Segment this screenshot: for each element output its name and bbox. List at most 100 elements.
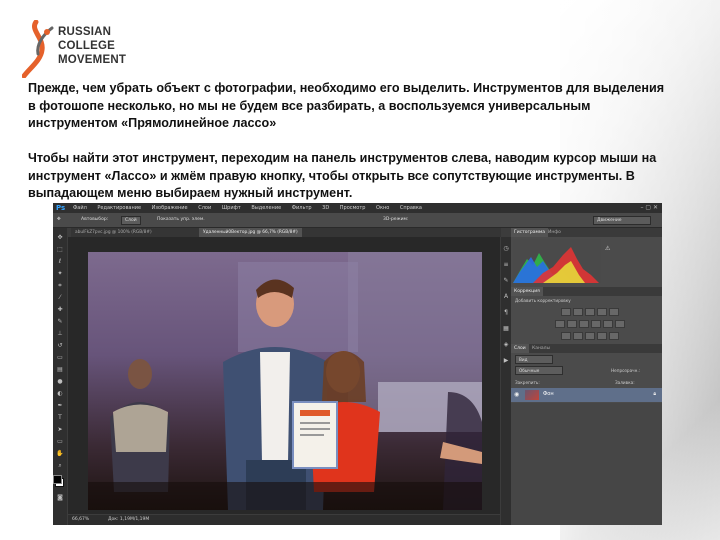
autoselect-dropdown[interactable]: Слой bbox=[121, 216, 141, 225]
shape-icon[interactable]: ▭ bbox=[56, 438, 64, 445]
character-icon[interactable]: A bbox=[502, 293, 510, 300]
layer-kind-filter[interactable]: Вид bbox=[515, 355, 553, 364]
pen-icon[interactable]: ✒ bbox=[56, 402, 64, 409]
styles-icon[interactable]: ◈ bbox=[502, 341, 510, 348]
menu-edit[interactable]: Редактирование bbox=[97, 205, 141, 211]
layer-name: Фон bbox=[543, 391, 554, 397]
zoom-level[interactable]: 66,67% bbox=[72, 515, 89, 525]
menu-view[interactable]: Просмотр bbox=[340, 205, 366, 211]
menu-image[interactable]: Изображение bbox=[152, 205, 188, 211]
history-brush-icon[interactable]: ↺ bbox=[56, 342, 64, 349]
menu-help[interactable]: Справка bbox=[400, 205, 422, 211]
vibrance-icon[interactable] bbox=[609, 308, 619, 316]
histogram-warning-icon[interactable]: ⚠ bbox=[605, 245, 610, 252]
stamp-icon[interactable]: ⊥ bbox=[56, 330, 64, 337]
adjustments-title: Добавить корректировку bbox=[515, 298, 571, 303]
document-size: Док: 1,19M/1,19M bbox=[108, 517, 150, 522]
move-tool-icon[interactable]: ✥ bbox=[57, 216, 61, 223]
paragraph-icon[interactable]: ¶ bbox=[502, 309, 510, 316]
tab-document-2[interactable]: Удаленный0Вектор.jpg @ 66,7% (RGB/8#) bbox=[199, 228, 302, 237]
channel-mixer-icon[interactable] bbox=[603, 320, 613, 328]
photo-filter-icon[interactable] bbox=[591, 320, 601, 328]
menu-filter[interactable]: Фильтр bbox=[292, 205, 312, 211]
histogram-graph bbox=[513, 247, 599, 283]
window-controls[interactable]: – ▢ ✕ bbox=[640, 203, 658, 213]
tab-histogram[interactable]: Гистограмма bbox=[511, 228, 549, 237]
gradient-map-icon[interactable] bbox=[597, 332, 607, 340]
history-icon[interactable]: ◷ bbox=[502, 245, 510, 252]
tab-document-1[interactable]: abulFkZ7pvc.jpg @ 100% (RGB/8#) bbox=[71, 228, 156, 237]
instruction-paragraph-2: Чтобы найти этот инструмент, переходим н… bbox=[28, 151, 657, 200]
eye-icon[interactable]: ◉ bbox=[514, 391, 519, 398]
tools-panel: ✥ ⬚ ℓ ✦ ⌗ ⁄ ✚ ✎ ⊥ ↺ ▭ ▤ ● ◐ ✒ T ➤ ▭ ✋ ⌕ … bbox=[53, 228, 67, 525]
actions-icon[interactable]: ▶ bbox=[502, 357, 510, 364]
hue-saturation-icon[interactable] bbox=[555, 320, 565, 328]
menu-3d[interactable]: 3D bbox=[322, 205, 329, 211]
menu-file[interactable]: Файл bbox=[73, 205, 87, 211]
layer-row-background[interactable]: ◉ Фон 🔒︎ bbox=[511, 388, 662, 402]
menu-bar: Ps Файл Редактирование Изображение Слои … bbox=[53, 203, 662, 213]
menu-type[interactable]: Шрифт bbox=[222, 205, 241, 211]
crop-icon[interactable]: ⌗ bbox=[56, 282, 64, 289]
menu-window[interactable]: Окно bbox=[376, 205, 389, 211]
brush-icon[interactable]: ✎ bbox=[56, 318, 64, 325]
dodge-icon[interactable]: ◐ bbox=[56, 390, 64, 397]
move-tool-icon[interactable]: ✥ bbox=[56, 234, 64, 241]
histogram-panel-tabs: Гистограмма Инфо bbox=[511, 228, 662, 237]
swatches-icon[interactable]: ▦ bbox=[502, 325, 510, 332]
layers-empty-area bbox=[511, 403, 662, 525]
curves-icon[interactable] bbox=[585, 308, 595, 316]
tab-channels[interactable]: Каналы bbox=[529, 344, 553, 353]
tab-layers[interactable]: Слои bbox=[511, 344, 529, 353]
logo-line-3: MOVEMENT bbox=[58, 54, 127, 66]
exposure-icon[interactable] bbox=[597, 308, 607, 316]
photo-illustration bbox=[88, 252, 482, 510]
path-select-icon[interactable]: ➤ bbox=[56, 426, 64, 433]
autoselect-label: Автовыбор: bbox=[81, 217, 109, 222]
histogram-chart bbox=[513, 239, 601, 283]
lock-icon: 🔒︎ bbox=[653, 391, 656, 397]
menu-layers[interactable]: Слои bbox=[198, 205, 211, 211]
canvas-photo[interactable] bbox=[88, 252, 482, 510]
magic-wand-icon[interactable]: ✦ bbox=[56, 270, 64, 277]
lock-label: Закрепить: bbox=[515, 380, 540, 385]
menu-select[interactable]: Выделение bbox=[251, 205, 281, 211]
blend-mode-dropdown[interactable]: Обычные bbox=[515, 366, 563, 375]
logo-swirl-icon bbox=[22, 20, 54, 78]
lasso-tool-icon[interactable]: ℓ bbox=[56, 258, 64, 265]
gradient-icon[interactable]: ▤ bbox=[56, 366, 64, 373]
black-white-icon[interactable] bbox=[579, 320, 589, 328]
tab-info[interactable]: Инфо bbox=[545, 228, 564, 237]
workspace-dropdown[interactable]: Движение bbox=[593, 216, 651, 225]
logo-line-2: COLLEGE bbox=[58, 40, 115, 52]
canvas-area[interactable] bbox=[68, 237, 500, 514]
3d-mode-label: 3D-режим: bbox=[383, 217, 409, 222]
marquee-tool-icon[interactable]: ⬚ bbox=[56, 246, 64, 253]
transform-controls-label[interactable]: Показать упр. элем. bbox=[157, 216, 205, 223]
document-tabs: abulFkZ7pvc.jpg @ 100% (RGB/8#) Удаленны… bbox=[71, 228, 501, 237]
threshold-icon[interactable] bbox=[585, 332, 595, 340]
eyedropper-icon[interactable]: ⁄ bbox=[56, 294, 64, 301]
levels-icon[interactable] bbox=[573, 308, 583, 316]
properties-icon[interactable]: ≡ bbox=[502, 261, 510, 268]
zoom-icon[interactable]: ⌕ bbox=[56, 462, 64, 469]
status-bar: 66,67% Док: 1,19M/1,19M bbox=[68, 515, 500, 525]
color-balance-icon[interactable] bbox=[567, 320, 577, 328]
options-bar: ✥ Автовыбор: Слой Показать упр. элем. 3D… bbox=[53, 213, 662, 228]
color-lookup-icon[interactable] bbox=[615, 320, 625, 328]
selective-color-icon[interactable] bbox=[609, 332, 619, 340]
fill-label: Заливка: bbox=[615, 380, 635, 385]
healing-icon[interactable]: ✚ bbox=[56, 306, 64, 313]
posterize-icon[interactable] bbox=[573, 332, 583, 340]
quick-mask-icon[interactable]: ◙ bbox=[56, 494, 64, 501]
invert-icon[interactable] bbox=[561, 332, 571, 340]
foreground-color-swatch[interactable] bbox=[53, 475, 62, 484]
brush-panel-icon[interactable]: ✎ bbox=[502, 277, 510, 284]
blur-icon[interactable]: ● bbox=[56, 378, 64, 385]
eraser-icon[interactable]: ▭ bbox=[56, 354, 64, 361]
tab-adjustments[interactable]: Коррекция bbox=[511, 287, 543, 296]
brightness-icon[interactable] bbox=[561, 308, 571, 316]
type-icon[interactable]: T bbox=[56, 414, 64, 421]
hand-icon[interactable]: ✋ bbox=[56, 450, 64, 457]
panel-icon-strip: ◷ ≡ ✎ A ¶ ▦ ◈ ▶ bbox=[501, 237, 511, 525]
